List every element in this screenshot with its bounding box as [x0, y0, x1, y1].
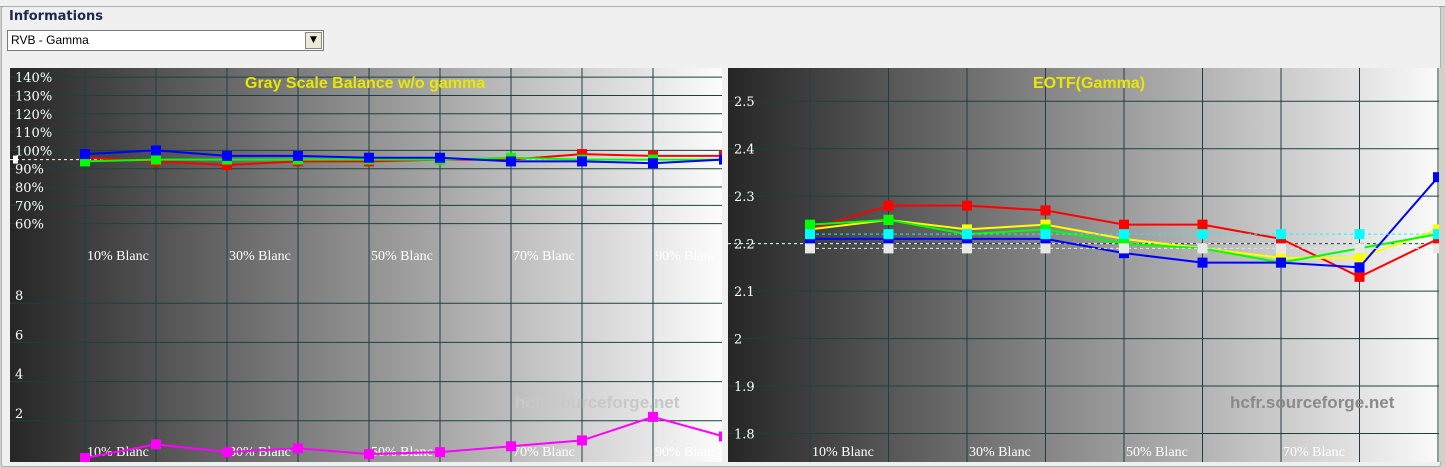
series-b-point-7	[1276, 257, 1286, 268]
series-w-point-8	[1354, 243, 1365, 254]
reference-marker	[13, 155, 18, 164]
series-de-point-6	[435, 447, 445, 458]
y-tick-label: 2	[15, 407, 23, 422]
series-de-point-3	[222, 447, 232, 458]
view-select[interactable]: RVB - Gamma ▼	[7, 30, 324, 51]
y-tick-label: 2.2	[734, 238, 755, 253]
series-w-point-3	[962, 243, 972, 254]
scrollbar-edge	[1439, 68, 1445, 462]
series-r-point-4	[1040, 205, 1051, 216]
series-b-point-6	[1197, 257, 1208, 268]
series-b-point-5	[364, 152, 374, 163]
y-tick-label: 2.4	[734, 143, 755, 158]
y-tick-label: 70%	[15, 199, 44, 214]
series-de-point-8	[577, 435, 587, 446]
series-b-point-8	[577, 156, 587, 167]
series-w-point-5	[1119, 243, 1129, 254]
series-c-point-2	[883, 229, 894, 240]
y-tick-label: 2.5	[734, 95, 755, 110]
series-c-point-6	[1197, 229, 1208, 240]
series-de-point-7	[506, 441, 516, 452]
series-r-point-8	[1354, 271, 1365, 282]
x-tick-label: 90% Blanc	[655, 445, 717, 460]
x-tick-label: 90% Blanc	[655, 249, 717, 264]
series-de-point-2	[151, 439, 161, 450]
y-tick-label: 2	[734, 333, 742, 348]
gray-scale-balance-chart: 140% 130% 120% 110% 100% 90% 80% 70% 60% 8 6 4 2 10% …	[10, 68, 722, 462]
series-de-point-9	[648, 411, 658, 422]
x-tick-label: 10% Blanc	[812, 445, 874, 460]
y-tick-label: 8	[15, 289, 23, 304]
series-c-point-8	[1354, 229, 1365, 240]
series-c-point-4	[1040, 229, 1051, 240]
y-tick-label: 120%	[15, 108, 52, 123]
watermark: hcfr.sourceforge.net	[515, 393, 680, 412]
series-de-point-5	[364, 449, 374, 460]
watermark: hcfr.sourceforge.net	[1230, 393, 1395, 412]
series-de-point-4	[293, 443, 303, 454]
series-de-point-10	[719, 431, 722, 442]
series-w-point-4	[1040, 243, 1051, 254]
y-tick-label: 6	[15, 328, 23, 343]
series-c-point-1	[805, 229, 815, 240]
chevron-down-icon[interactable]: ▼	[305, 32, 322, 49]
series-r-point-5	[1119, 219, 1129, 230]
panel-title: Informations	[9, 9, 104, 24]
series-b-point-2	[151, 145, 161, 156]
series-g-point-2	[883, 214, 894, 225]
y-tick-label: 140%	[15, 71, 52, 86]
series-c-point-3	[962, 229, 972, 240]
y-tick-label: 90%	[15, 163, 44, 178]
series-w-point-7	[1276, 243, 1286, 254]
series-r-point-3	[962, 200, 972, 211]
series-b-point-10	[719, 154, 722, 165]
x-tick-label: 50% Blanc	[371, 249, 433, 264]
view-select-value: RVB - Gamma	[11, 33, 89, 47]
series-r-point-2	[883, 200, 894, 211]
series-b-point-9	[648, 158, 658, 169]
x-tick-label: 70% Blanc	[513, 445, 575, 460]
series-b-point-1	[80, 149, 90, 160]
x-tick-label: 50% Blanc	[1126, 445, 1188, 460]
y-tick-label: 2.1	[734, 285, 755, 300]
y-tick-label: 2.3	[734, 190, 755, 205]
y-tick-label: 1.9	[734, 380, 755, 395]
x-tick-label: 10% Blanc	[87, 249, 149, 264]
chart-title: Gray Scale Balance w/o gamma	[245, 75, 485, 92]
y-tick-label: 4	[15, 368, 23, 383]
y-tick-label: 1.8	[734, 428, 755, 443]
x-tick-label: 70% Blanc	[1283, 445, 1345, 460]
y-tick-label: 60%	[15, 218, 44, 233]
series-b-point-4	[293, 150, 303, 161]
series-de-point-1	[80, 453, 90, 462]
series-w-point-2	[883, 243, 894, 254]
y-tick-label: 110%	[15, 126, 52, 141]
series-w-point-1	[805, 243, 815, 254]
series-b-point-8	[1354, 262, 1365, 273]
x-tick-label: 30% Blanc	[969, 445, 1031, 460]
series-g-point-1	[805, 219, 815, 230]
chart-title: EOTF(Gamma)	[1033, 75, 1145, 92]
series-c-point-7	[1276, 229, 1286, 240]
eotf-gamma-chart: 2.5 2.4 2.3 2.2 2.1 2 1.9 1.8 10% Blanc 30% Blanc…	[728, 68, 1444, 462]
x-tick-label: 70% Blanc	[513, 249, 575, 264]
y-tick-label: 130%	[15, 89, 52, 104]
series-b-point-3	[222, 150, 232, 161]
series-b-point-6	[435, 152, 445, 163]
series-w-point-6	[1197, 243, 1208, 254]
series-y-point-8	[1354, 252, 1365, 263]
x-tick-label: 30% Blanc	[229, 249, 291, 264]
y-tick-label: 100%	[15, 144, 52, 159]
series-r-point-6	[1197, 219, 1208, 230]
y-tick-label: 80%	[15, 181, 44, 196]
series-g-point-2	[151, 154, 161, 165]
series-b-point-7	[506, 156, 516, 167]
series-c-point-5	[1119, 229, 1129, 240]
